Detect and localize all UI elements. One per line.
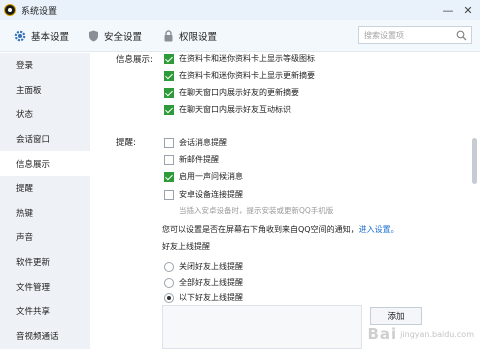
selected-friends-list[interactable] — [162, 305, 362, 349]
tab-security-settings[interactable]: 安全设置 — [88, 20, 142, 52]
checkbox[interactable] — [164, 87, 174, 98]
qq-logo-icon — [4, 4, 16, 16]
sidebar-item-label: 信息展示 — [16, 159, 51, 170]
option-chat-friend-interaction[interactable]: 在聊天窗口内展示好友互动标识 — [164, 104, 291, 115]
sidebar-item-file-management[interactable]: 文件管理 — [0, 274, 90, 299]
scrollbar-thumb[interactable] — [472, 138, 477, 184]
sidebar-item-av-call[interactable]: 音视频通话 — [0, 324, 90, 349]
qzone-settings-link[interactable]: 进入设置。 — [359, 225, 399, 234]
sidebar-item-login[interactable]: 登录 — [0, 53, 90, 78]
checkbox[interactable] — [164, 137, 174, 148]
watermark-text: jingyan.baidu.com — [400, 329, 474, 339]
checkbox[interactable] — [164, 189, 174, 200]
option-label: 全部好友上线提醒 — [179, 278, 243, 287]
sidebar-item-label: 状态 — [16, 110, 34, 121]
sidebar-item-main-panel[interactable]: 主面板 — [0, 78, 90, 103]
sidebar-item-status[interactable]: 状态 — [0, 102, 90, 127]
option-label: 在资料卡和迷你资料卡上显示更新摘要 — [179, 71, 315, 80]
option-label: 安卓设备连接提醒 — [179, 190, 243, 199]
sidebar-item-chat-window[interactable]: 会话窗口 — [0, 127, 90, 152]
sidebar-item-hotkeys[interactable]: 热键 — [0, 201, 90, 226]
option-label: 以下好友上线提醒 — [179, 293, 243, 302]
checkbox[interactable] — [164, 104, 174, 115]
sidebar-item-file-sharing[interactable]: 文件共享 — [0, 299, 90, 324]
qzone-note-text: 您可以设置是否在屏幕右下角收到来自QQ空间的通知， — [162, 225, 359, 234]
search-icon[interactable] — [456, 30, 467, 44]
title-bar: 系统设置 — ✕ — [0, 0, 480, 20]
sidebar-item-label: 提醒 — [16, 184, 34, 195]
baidu-watermark: Bai jingyan.baidu.com — [367, 325, 474, 343]
option-label: 新邮件提醒 — [179, 155, 219, 164]
lock-icon — [163, 30, 174, 42]
android-hint-text: 当插入安卓设备时，提示安装或更新QQ手机版 — [179, 206, 334, 215]
radio-button[interactable] — [164, 261, 174, 272]
gear-icon — [14, 30, 26, 42]
sidebar-item-sound[interactable]: 声音 — [0, 225, 90, 250]
sidebar-item-label: 文件共享 — [16, 307, 51, 318]
sidebar-item-label: 会话窗口 — [16, 135, 51, 146]
radio-all-friends-online[interactable]: 全部好友上线提醒 — [164, 277, 243, 288]
sidebar-item-label: 声音 — [16, 233, 34, 244]
shield-icon — [88, 30, 99, 42]
tab-label: 安全设置 — [104, 32, 143, 43]
option-show-level-icon[interactable]: 在资料卡和迷你资料卡上显示等级图标 — [164, 53, 315, 64]
option-label: 在资料卡和迷你资料卡上显示等级图标 — [179, 54, 315, 63]
minimize-button[interactable]: — — [438, 0, 458, 20]
settings-sidebar: 登录 主面板 状态 会话窗口 信息展示 提醒 热键 声音 软件更新 文件管理 文… — [0, 53, 90, 349]
settings-content: 信息展示: 在资料卡和迷你资料卡上显示等级图标 在资料卡和迷你资料卡上显示更新摘… — [90, 53, 470, 349]
tab-permission-settings[interactable]: 权限设置 — [163, 20, 217, 52]
option-label: 会话消息提醒 — [179, 138, 227, 147]
radio-selected-friends-online[interactable]: 以下好友上线提醒 — [164, 292, 243, 303]
friend-online-label: 好友上线提醒 — [162, 242, 210, 251]
search-input[interactable] — [364, 30, 454, 40]
add-friend-button[interactable]: 添加 — [370, 307, 422, 325]
sidebar-item-label: 软件更新 — [16, 258, 51, 269]
tab-basic-settings[interactable]: 基本设置 — [14, 20, 69, 52]
qzone-notification-note: 您可以设置是否在屏幕右下角收到来自QQ空间的通知，进入设置。 — [162, 224, 399, 235]
window-controls: — ✕ — [438, 0, 478, 20]
sidebar-item-info-display[interactable]: 信息展示 — [0, 151, 90, 176]
tab-label: 基本设置 — [31, 32, 70, 43]
close-button[interactable]: ✕ — [458, 0, 478, 20]
sidebar-item-label: 登录 — [16, 61, 34, 72]
sidebar-item-label: 主面板 — [16, 85, 42, 96]
checkbox[interactable] — [164, 154, 174, 165]
option-label: 在聊天窗口内展示好友的更新摘要 — [179, 88, 299, 97]
radio-button[interactable] — [164, 277, 174, 288]
checkbox[interactable] — [164, 53, 174, 64]
option-chat-friend-updates[interactable]: 在聊天窗口内展示好友的更新摘要 — [164, 87, 299, 98]
sidebar-item-label: 音视频通话 — [16, 331, 59, 342]
search-box — [358, 26, 472, 44]
sidebar-item-label: 热键 — [16, 208, 34, 219]
checkbox[interactable] — [164, 171, 174, 182]
window-title: 系统设置 — [21, 6, 58, 17]
sidebar-item-reminder[interactable]: 提醒 — [0, 176, 90, 201]
watermark-logo: Bai — [367, 325, 398, 343]
option-greeting-message[interactable]: 启用一声问候消息 — [164, 171, 243, 182]
option-label: 启用一声问候消息 — [179, 172, 243, 181]
option-label: 在聊天窗口内展示好友互动标识 — [179, 105, 291, 114]
tab-label: 权限设置 — [179, 32, 218, 43]
option-message-reminder[interactable]: 会话消息提醒 — [164, 137, 227, 148]
sidebar-item-software-update[interactable]: 软件更新 — [0, 250, 90, 275]
radio-button[interactable] — [164, 292, 174, 303]
option-label: 关闭好友上线提醒 — [179, 262, 243, 271]
info-display-group-label: 信息展示: — [116, 55, 153, 65]
scrollbar-track[interactable] — [470, 53, 480, 349]
sidebar-item-label: 文件管理 — [16, 282, 51, 293]
radio-disable-online-reminder[interactable]: 关闭好友上线提醒 — [164, 261, 243, 272]
option-show-update-summary[interactable]: 在资料卡和迷你资料卡上显示更新摘要 — [164, 70, 315, 81]
option-android-connect-reminder[interactable]: 安卓设备连接提醒 — [164, 189, 243, 200]
checkbox[interactable] — [164, 70, 174, 81]
settings-toolbar: 基本设置 安全设置 权限设置 — [0, 20, 480, 52]
reminder-group-label: 提醒: — [116, 138, 136, 148]
option-new-mail-reminder[interactable]: 新邮件提醒 — [164, 154, 219, 165]
